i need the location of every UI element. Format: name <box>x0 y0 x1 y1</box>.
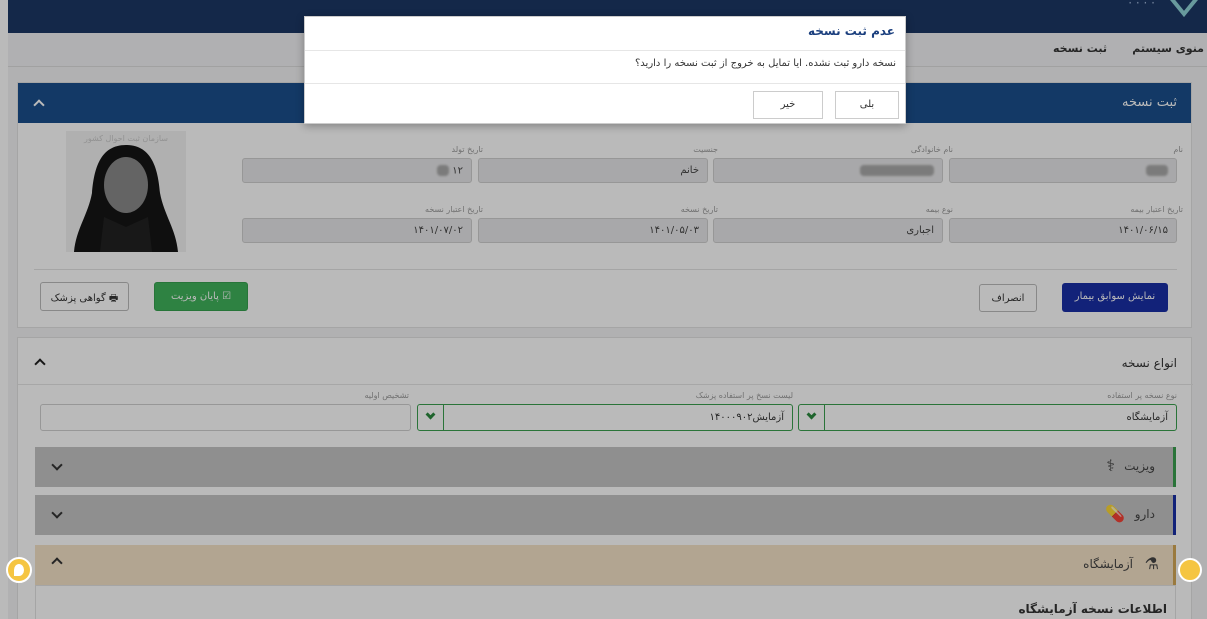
divider <box>305 83 905 84</box>
confirm-dialog: عدم ثبت نسخه نسخه دارو ثبت نشده. ایا تما… <box>304 16 906 124</box>
divider <box>305 50 905 51</box>
dialog-title: عدم ثبت نسخه <box>807 24 895 38</box>
no-button[interactable]: خیر <box>753 91 823 119</box>
dialog-message: نسخه دارو ثبت نشده. ایا تمایل به خروج از… <box>634 58 896 69</box>
support-icon[interactable] <box>1178 558 1202 582</box>
yes-button[interactable]: بلی <box>835 91 899 119</box>
location-pin-icon[interactable] <box>6 557 32 583</box>
